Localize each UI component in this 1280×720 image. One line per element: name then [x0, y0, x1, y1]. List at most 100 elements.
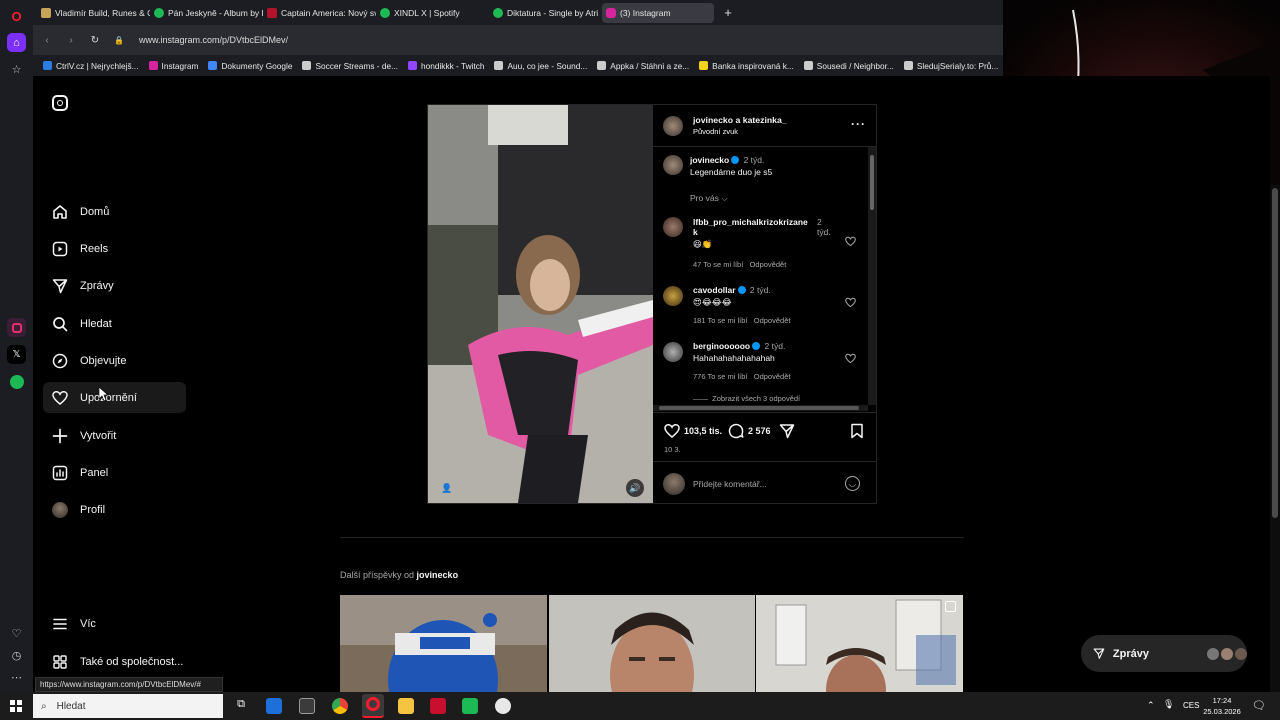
back-icon[interactable]: ‹ [41, 35, 53, 46]
notifications-icon[interactable]: 🗨 [1252, 699, 1266, 712]
instagram-icon[interactable] [7, 318, 26, 337]
comment-likes[interactable]: 776 To se mi líbí [693, 372, 747, 381]
reload-icon[interactable]: ↻ [89, 35, 101, 46]
commenter-avatar[interactable] [663, 286, 683, 306]
caption-username[interactable]: jovinecko [690, 155, 729, 165]
app-icon[interactable] [430, 698, 446, 714]
nav-search[interactable]: Hledat [43, 308, 186, 339]
commenter-avatar[interactable] [663, 217, 683, 237]
comment-like-icon[interactable] [845, 297, 856, 308]
home-icon[interactable]: ⌂ [7, 33, 26, 52]
windows-start-icon[interactable] [10, 700, 22, 712]
tab-5[interactable]: (3) Instagram [602, 2, 714, 23]
comment-likes[interactable]: 181 To se mi líbí [693, 316, 747, 325]
chrome-icon[interactable] [332, 698, 348, 714]
grid-post-3[interactable] [756, 595, 963, 692]
tab-2[interactable]: Captain America: Nový sv [263, 3, 376, 23]
history-icon[interactable]: ◷ [7, 646, 26, 665]
nav-more[interactable]: Víc [43, 608, 186, 639]
bookmark-item[interactable]: Sousedi / Neighbor... [803, 61, 894, 71]
taskbar-search[interactable]: ⌕ Hledat [33, 694, 223, 718]
for-you-filter[interactable]: Pro vás ⌵ [690, 193, 728, 204]
bookmark-item[interactable]: Instagram [148, 61, 198, 71]
horizontal-scroll-thumb[interactable] [659, 406, 859, 410]
nav-explore[interactable]: Objevujte [43, 345, 186, 376]
caption-avatar[interactable] [663, 155, 683, 175]
nav-reels[interactable]: Reels [43, 233, 186, 264]
bookmark-item[interactable]: Soccer Streams - de... [302, 61, 398, 71]
nav-create[interactable]: Vytvořit [43, 420, 186, 451]
reply-button[interactable]: Odpovědět [750, 260, 787, 269]
tab-0[interactable]: Vladimír Build, Runes & C [37, 3, 150, 23]
bookmark-item[interactable]: CtrlV.cz | Nejrychlejš... [43, 61, 139, 71]
tagged-user-icon[interactable]: 👤 [441, 483, 452, 493]
x-twitter-icon[interactable]: 𝕏 [7, 345, 26, 364]
grid-post-2[interactable] [549, 595, 755, 692]
nav-also-from-meta[interactable]: Také od společnost... [43, 646, 186, 677]
opera-taskbar-button[interactable] [362, 694, 384, 718]
bookmark-item[interactable]: Banka inspirovaná k... [699, 61, 794, 71]
view-replies-link[interactable]: —— Zobrazit všech 3 odpovědí [693, 394, 800, 403]
nav-profile[interactable]: Profil [43, 494, 186, 525]
mail-app-icon[interactable] [266, 698, 282, 714]
opera-logo-icon[interactable]: O [7, 7, 26, 26]
post-date[interactable]: 10 3. [664, 445, 681, 454]
app-icon[interactable] [462, 698, 478, 714]
star-icon[interactable]: ☆ [7, 60, 26, 79]
comment-input[interactable]: Přidejte komentář... [693, 479, 767, 489]
comment-username[interactable]: cavodollar [693, 285, 736, 295]
tab-3[interactable]: XINDL X | Spotify [376, 3, 489, 23]
bookmark-icon[interactable] [850, 423, 864, 439]
nav-dashboard[interactable]: Panel [43, 457, 186, 488]
like-icon[interactable] [664, 423, 680, 439]
reply-button[interactable]: Odpovědět [754, 372, 791, 381]
tray-chevron-icon[interactable]: ⌃ [1147, 700, 1155, 711]
emoji-icon[interactable]: ◡ [845, 476, 860, 491]
scrollbar-thumb[interactable] [1272, 188, 1278, 518]
comment-like-icon[interactable] [845, 236, 856, 247]
comment-username[interactable]: berginoooooo [693, 341, 750, 351]
task-view-icon[interactable]: ⧉ [233, 698, 249, 714]
app-icon[interactable] [495, 698, 511, 714]
bookmark-item[interactable]: Dokumenty Google [208, 61, 292, 71]
post-video[interactable]: 👤 🔊 [428, 105, 653, 503]
sound-icon[interactable]: 🔊 [626, 479, 644, 497]
bookmark-item[interactable]: SledujSerialy.to: Prů... [903, 61, 998, 71]
likes-count[interactable]: 103,5 tis. [684, 426, 722, 436]
nav-home[interactable]: Domů [43, 196, 186, 227]
comment-likes[interactable]: 47 To se mi líbí [693, 260, 743, 269]
bookmark-item[interactable]: hondikkk - Twitch [408, 61, 484, 71]
more-options-icon[interactable]: ··· [851, 117, 866, 131]
reply-button[interactable]: Odpovědět [754, 316, 791, 325]
taskbar-clock[interactable]: 17:24 25.03.2026 [1202, 695, 1242, 717]
commenter-avatar[interactable] [663, 342, 683, 362]
language-indicator[interactable]: CES [1183, 701, 1199, 710]
forward-icon[interactable]: › [65, 35, 77, 46]
microphone-icon[interactable]: 🎙 [1163, 699, 1174, 710]
comment-icon[interactable] [728, 423, 744, 439]
tab-1[interactable]: Pán Jeskyně - Album by F [150, 3, 263, 23]
file-explorer-icon[interactable] [398, 698, 414, 714]
comment-username[interactable]: lfbb_pro_michalkrizokrizane k [693, 217, 808, 237]
bookmark-item[interactable]: Appka / Stáhni a ze... [597, 61, 689, 71]
tab-4[interactable]: Diktatura - Single by Atri [489, 3, 602, 23]
bookmark-item[interactable]: Auu, co jee - Sound... [494, 61, 587, 71]
grid-post-1[interactable] [340, 595, 547, 692]
more-posts-user[interactable]: jovinecko [417, 570, 459, 580]
comment-like-icon[interactable] [845, 353, 856, 364]
post-author[interactable]: jovinecko a katezinka_ [693, 115, 787, 125]
nav-messages[interactable]: Zprávy [43, 270, 186, 301]
more-dots-icon[interactable]: ⋯ [7, 668, 26, 687]
nav-notifications[interactable]: Upozornění [43, 382, 186, 413]
share-icon[interactable] [779, 423, 795, 439]
comments-scroll-thumb[interactable] [870, 155, 874, 210]
store-app-icon[interactable] [299, 698, 315, 714]
heart-icon[interactable]: ♡ [7, 624, 26, 643]
comments-count[interactable]: 2 576 [748, 426, 771, 436]
audio-label[interactable]: Původní zvuk [693, 127, 738, 136]
new-tab-button[interactable]: + [720, 5, 736, 21]
author-avatar[interactable] [663, 116, 683, 136]
url-field[interactable]: www.instagram.com/p/DVtbcElDMev/ [139, 35, 288, 45]
spotify-icon[interactable] [7, 372, 26, 391]
messages-pill[interactable]: Zprávy [1081, 635, 1247, 672]
